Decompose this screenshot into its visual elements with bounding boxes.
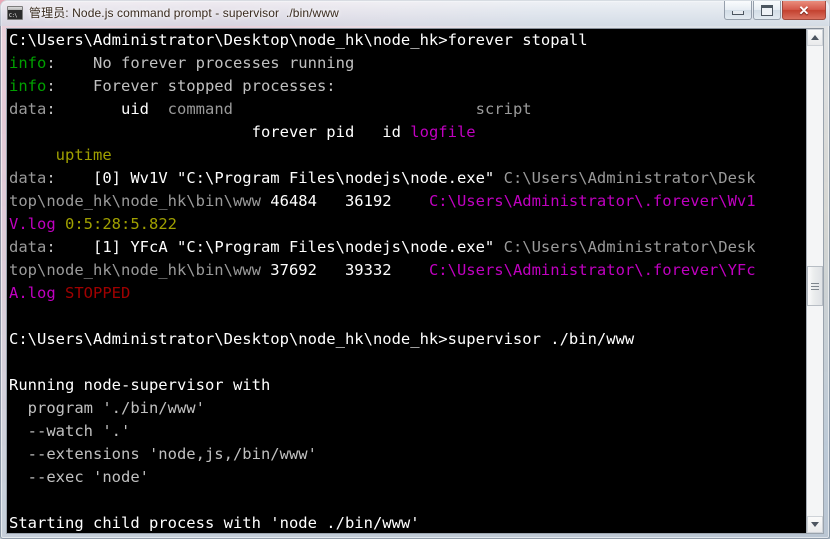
console-text-span: [0] Wv1V "C:\Program Files\nodejs\node.e… xyxy=(93,169,504,187)
console-text-span xyxy=(354,123,382,141)
maximize-button[interactable] xyxy=(753,1,781,20)
console-line: info: Forever stopped processes: xyxy=(7,75,806,98)
console-text-span: uptime xyxy=(55,146,112,164)
console-window: 管理员: Node.js command prompt - supervisor… xyxy=(0,0,830,539)
console-line: info: No forever processes running xyxy=(7,52,806,75)
console-text-span: STOPPED xyxy=(65,284,131,302)
console-text-span: --exec 'node' xyxy=(9,468,149,486)
console-text-span: forever pid xyxy=(9,123,355,141)
console-text-span xyxy=(56,215,65,233)
window-buttons: ✕ xyxy=(724,1,826,20)
console-text-span: : xyxy=(46,100,121,118)
window-titlebar[interactable]: 管理员: Node.js command prompt - supervisor… xyxy=(0,0,830,26)
console-line: data: uid command script xyxy=(7,98,806,121)
console-output[interactable]: C:\Users\Administrator\Desk top\node_hk\n… xyxy=(7,29,806,533)
minimize-button[interactable] xyxy=(724,1,752,20)
scrollbar-thumb[interactable] xyxy=(807,266,823,306)
console-text-span xyxy=(149,100,168,118)
console-text-span: --extensions 'node,js,/bin/www' xyxy=(9,445,317,463)
console-line: --extensions 'node,js,/bin/www' xyxy=(7,443,806,466)
console-text-span: program './bin/www' xyxy=(9,399,205,417)
vertical-scrollbar[interactable] xyxy=(806,29,823,533)
window-title: 管理员: Node.js command prompt - supervisor… xyxy=(29,6,339,20)
console-line: C:\Users\Administrator\Desktop\node_hk\n… xyxy=(7,29,806,52)
console-line: Running node-supervisor with xyxy=(7,374,806,397)
scroll-up-button[interactable] xyxy=(807,29,823,46)
console-line: data: [0] Wv1V "C:\Program Files\nodejs\… xyxy=(7,167,806,190)
console-text-span: top\node_hk\node_hk\bin\www xyxy=(9,192,271,210)
console-text-span: 0:5:28:5.822 xyxy=(65,215,177,233)
console-line: Starting child process with 'node ./bin/… xyxy=(7,512,806,533)
console-text-span: 37692 39332 xyxy=(270,261,392,279)
console-text-span: info xyxy=(9,77,47,95)
console-text-span: Starting child process with 'node ./bin/… xyxy=(9,514,420,532)
console-text-span xyxy=(392,261,429,279)
console-text-span: A.log xyxy=(9,284,56,302)
console-text-span: 46484 36192 xyxy=(270,192,392,210)
console-text-span xyxy=(392,192,429,210)
console-line: top\node_hk\node_hk\bin\www 46484 36192 … xyxy=(7,190,806,213)
console-text-span xyxy=(233,100,476,118)
scrollbar-track[interactable] xyxy=(807,46,823,516)
console-client-area[interactable]: C:\Users\Administrator\Desk top\node_hk\n… xyxy=(6,28,824,534)
chevron-down-icon xyxy=(811,522,819,527)
console-text-span xyxy=(56,284,65,302)
console-text-span: uid xyxy=(120,100,149,118)
console-text-span: Running node-supervisor with xyxy=(9,376,271,394)
console-text-span: id xyxy=(382,123,401,141)
console-text-span: C:\Users\Administrator\Desk xyxy=(503,169,756,187)
grip-icon xyxy=(811,282,819,290)
console-line: uptime xyxy=(7,144,806,167)
console-text-span: V.log xyxy=(9,215,56,233)
console-text-span: script xyxy=(475,100,532,118)
console-line: data: [1] YFcA "C:\Program Files\nodejs\… xyxy=(7,236,806,259)
console-line: program './bin/www' xyxy=(7,397,806,420)
console-text-span xyxy=(401,123,410,141)
console-text-span: C:\Users\Administrator\Desktop\node_hk\n… xyxy=(9,31,588,49)
console-line: C:\Users\Administrator\Desktop\node_hk\n… xyxy=(7,328,806,351)
console-text-span: C:\Users\Administrator\.forever\Wv1 xyxy=(428,192,756,210)
console-line: --exec 'node' xyxy=(7,466,806,489)
console-text-span: data xyxy=(9,238,47,256)
console-text-span: command xyxy=(167,100,233,118)
console-text-span: data xyxy=(9,169,47,187)
console-line: A.log STOPPED xyxy=(7,282,806,305)
console-text-span: C:\Users\Administrator\Desktop\node_hk\n… xyxy=(9,330,635,348)
minimize-icon xyxy=(732,10,744,15)
console-line: --watch '.' xyxy=(7,420,806,443)
console-line: forever pid id logfile xyxy=(7,121,806,144)
close-icon: ✕ xyxy=(798,2,810,18)
console-text-span: : xyxy=(46,169,93,187)
maximize-icon xyxy=(761,4,773,16)
console-line: top\node_hk\node_hk\bin\www 37692 39332 … xyxy=(7,259,806,282)
console-text-span: [1] YFcA "C:\Program Files\nodejs\node.e… xyxy=(93,238,504,256)
console-line: V.log 0:5:28:5.822 xyxy=(7,213,806,236)
console-text-span xyxy=(9,146,56,164)
console-text-span: C:\Users\Administrator\.forever\YFc xyxy=(428,261,756,279)
console-text-span: --watch '.' xyxy=(9,422,131,440)
close-button[interactable]: ✕ xyxy=(782,1,826,20)
scroll-down-button[interactable] xyxy=(807,516,823,533)
chevron-up-icon xyxy=(811,35,819,40)
console-text-span: info xyxy=(9,54,47,72)
console-text-span: C:\Users\Administrator\Desk xyxy=(503,238,756,256)
console-text-span: top\node_hk\node_hk\bin\www xyxy=(9,261,271,279)
console-text-span: data xyxy=(9,100,47,118)
console-text-span: logfile xyxy=(410,123,476,141)
console-text-span: : xyxy=(46,238,93,256)
console-text-span: : Forever stopped processes: xyxy=(46,77,336,95)
console-icon xyxy=(7,6,23,20)
console-text-span: : No forever processes running xyxy=(46,54,355,72)
